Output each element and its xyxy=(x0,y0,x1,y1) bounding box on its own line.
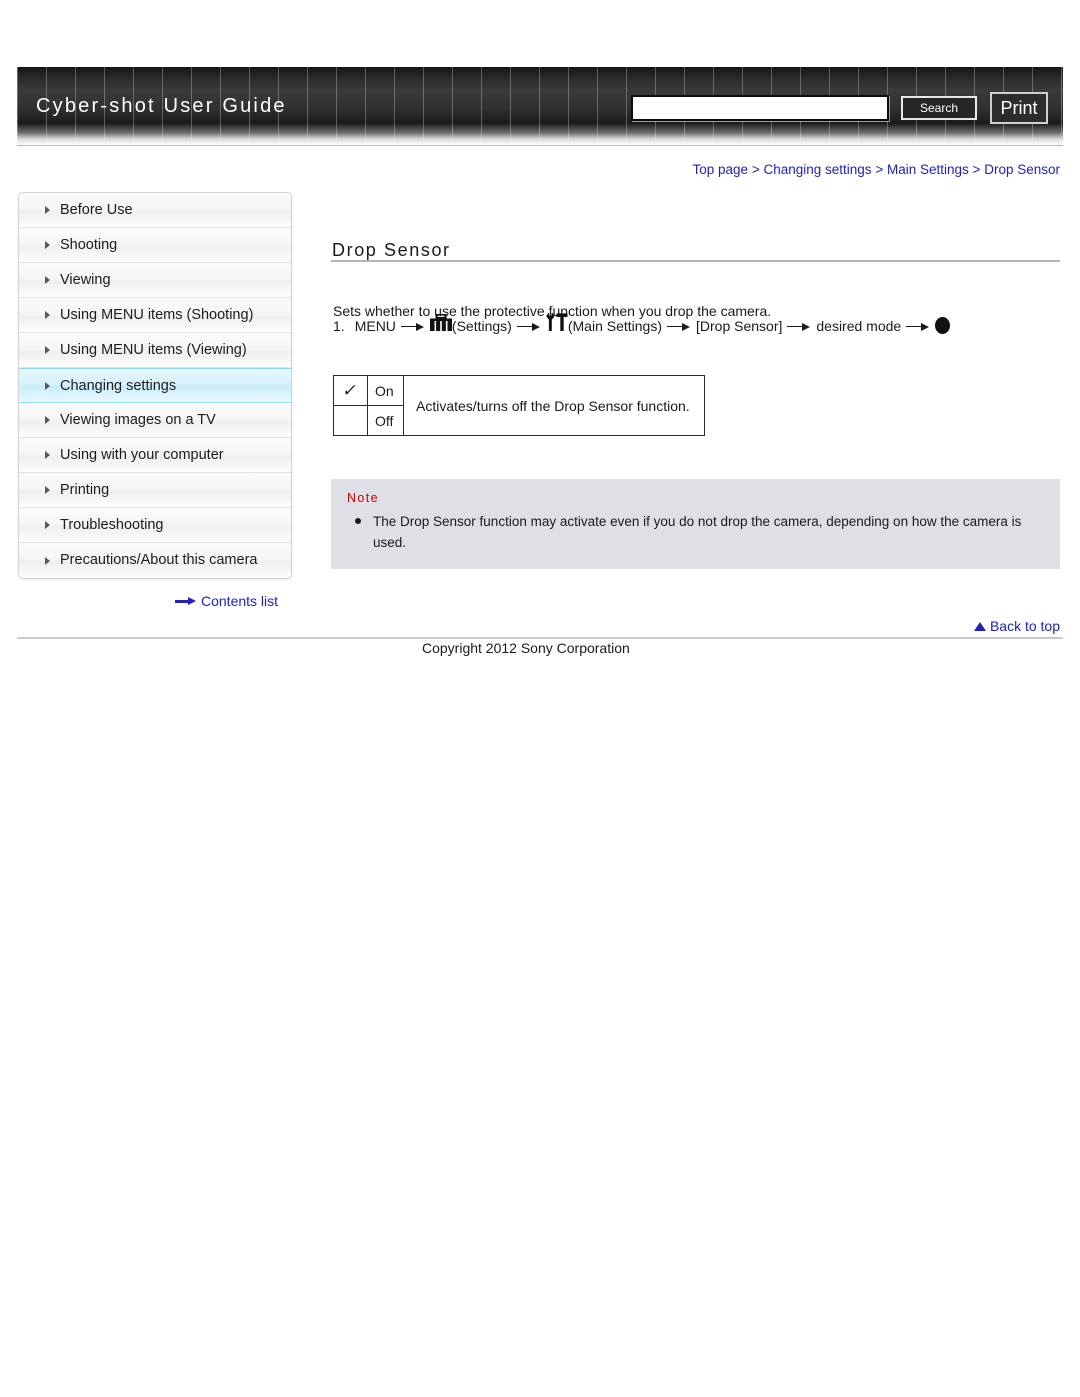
step-main-settings-label: (Main Settings) xyxy=(567,318,662,335)
triangle-up-icon xyxy=(973,621,986,631)
sidebar-item-label: Using MENU items (Shooting) xyxy=(60,307,254,323)
app-title: Cyber-shot User Guide xyxy=(36,95,287,117)
sidebar-item-precautions-about-this-camera[interactable]: Precautions/About this camera xyxy=(19,543,291,578)
chevron-right-icon xyxy=(45,486,50,494)
option-description-cell: Activates/turns off the Drop Sensor func… xyxy=(403,375,705,436)
toolbox-settings-icon xyxy=(429,313,452,337)
bullet-icon xyxy=(355,518,361,524)
chevron-right-icon xyxy=(45,556,50,565)
sidebar-item-label: Viewing images on a TV xyxy=(60,412,216,428)
search-input[interactable] xyxy=(631,95,889,121)
step-item-label: [Drop Sensor] xyxy=(696,318,783,335)
sidebar-item-viewing-images-on-a-tv[interactable]: Viewing images on a TV xyxy=(19,403,291,438)
step-settings-label: (Settings) xyxy=(451,318,512,335)
step-desired-mode-label: desired mode xyxy=(816,318,902,335)
wrench-screwdriver-main-settings-icon xyxy=(546,313,568,338)
step-menu-label: MENU xyxy=(354,318,396,335)
copyright-text: Copyright 2012 Sony Corporation xyxy=(422,640,630,656)
breadcrumb-item-top-page[interactable]: Top page xyxy=(693,162,749,177)
page-root: Cyber-shot User Guide Search Print Top p… xyxy=(0,0,1080,1397)
sidebar-item-shooting[interactable]: Shooting xyxy=(19,228,291,263)
checkmark-cell xyxy=(333,405,368,436)
chevron-right-icon xyxy=(45,311,50,319)
sidebar-item-printing[interactable]: Printing xyxy=(19,473,291,508)
sidebar-item-using-menu-items-viewing[interactable]: Using MENU items (Viewing) xyxy=(19,333,291,368)
sidebar-item-before-use[interactable]: Before Use xyxy=(19,193,291,228)
contents-list-label: Contents list xyxy=(201,593,279,609)
check-icon: ✓ xyxy=(341,381,360,400)
step-number: 1. xyxy=(333,318,345,335)
chevron-right-icon xyxy=(45,381,50,390)
option-mode-cell: Off xyxy=(367,405,404,436)
title-divider xyxy=(331,260,1060,262)
procedure-step: 1. MENU (Settings) (Main Settings) [Drop S… xyxy=(333,313,1063,340)
arrow-right-icon xyxy=(787,322,811,331)
breadcrumb-item-drop-sensor[interactable]: Drop Sensor xyxy=(984,162,1060,177)
chevron-right-icon xyxy=(45,346,50,354)
footer-divider xyxy=(17,637,1063,639)
sidebar-item-label: Using with your computer xyxy=(60,447,224,463)
arrow-right-icon xyxy=(667,322,691,331)
sidebar-item-label: Using MENU items (Viewing) xyxy=(60,342,247,358)
arrow-right-icon xyxy=(400,322,425,331)
chevron-right-icon xyxy=(45,206,50,214)
chevron-right-icon xyxy=(45,521,50,529)
note-box: Note The Drop Sensor function may activa… xyxy=(331,479,1060,569)
sidebar-item-label: Printing xyxy=(60,482,110,498)
arrow-right-icon xyxy=(516,322,541,331)
breadcrumb-separator: > xyxy=(751,162,760,177)
breadcrumb-separator: > xyxy=(972,162,981,177)
breadcrumb-item-main-settings[interactable]: Main Settings xyxy=(887,162,969,177)
sidebar-item-label: Changing settings xyxy=(60,378,177,394)
sidebar-item-changing-settings[interactable]: Changing settings xyxy=(19,368,291,403)
contents-list-link[interactable]: Contents list xyxy=(175,593,278,609)
back-to-top-link[interactable]: Back to top xyxy=(973,618,1060,634)
shutter-button-icon xyxy=(935,317,951,334)
sidebar-item-using-menu-items-shooting[interactable]: Using MENU items (Shooting) xyxy=(19,298,291,333)
print-button[interactable]: Print xyxy=(990,92,1048,124)
note-title: Note xyxy=(347,491,380,505)
arrow-right-icon xyxy=(175,596,197,606)
sidebar-item-label: Shooting xyxy=(60,237,118,253)
checkmark-cell: ✓ xyxy=(333,375,368,406)
breadcrumb: Top page > Changing settings > Main Sett… xyxy=(330,162,1061,177)
note-item-text: The Drop Sensor function may activate ev… xyxy=(373,514,1022,550)
sidebar-item-label: Precautions/About this camera xyxy=(60,552,258,568)
note-item: The Drop Sensor function may activate ev… xyxy=(347,511,1044,553)
page-title: Drop Sensor xyxy=(332,240,451,261)
back-to-top-label: Back to top xyxy=(989,618,1060,634)
sidebar-item-troubleshooting[interactable]: Troubleshooting xyxy=(19,508,291,543)
sidebar-item-label: Viewing xyxy=(60,272,111,288)
sidebar-item-label: Troubleshooting xyxy=(60,517,164,533)
chevron-right-icon xyxy=(45,276,50,284)
table-row: ✓ On Activates/turns off the Drop Sensor… xyxy=(333,375,705,436)
sidebar-item-label: Before Use xyxy=(60,202,133,218)
options-table: ✓ On Activates/turns off the Drop Sensor… xyxy=(333,375,705,436)
chevron-right-icon xyxy=(45,451,50,459)
search-button[interactable]: Search xyxy=(901,96,977,120)
chevron-right-icon xyxy=(45,416,50,424)
breadcrumb-separator: > xyxy=(875,162,884,177)
sidebar-item-using-with-your-computer[interactable]: Using with your computer xyxy=(19,438,291,473)
option-mode-cell: On xyxy=(367,375,404,406)
breadcrumb-item-changing-settings[interactable]: Changing settings xyxy=(763,162,871,177)
sidebar-item-viewing[interactable]: Viewing xyxy=(19,263,291,298)
header-underline xyxy=(17,145,1063,146)
sidebar-nav: Before Use Shooting Viewing Using MENU i… xyxy=(18,192,292,579)
arrow-right-icon xyxy=(906,322,930,331)
chevron-right-icon xyxy=(45,241,50,249)
